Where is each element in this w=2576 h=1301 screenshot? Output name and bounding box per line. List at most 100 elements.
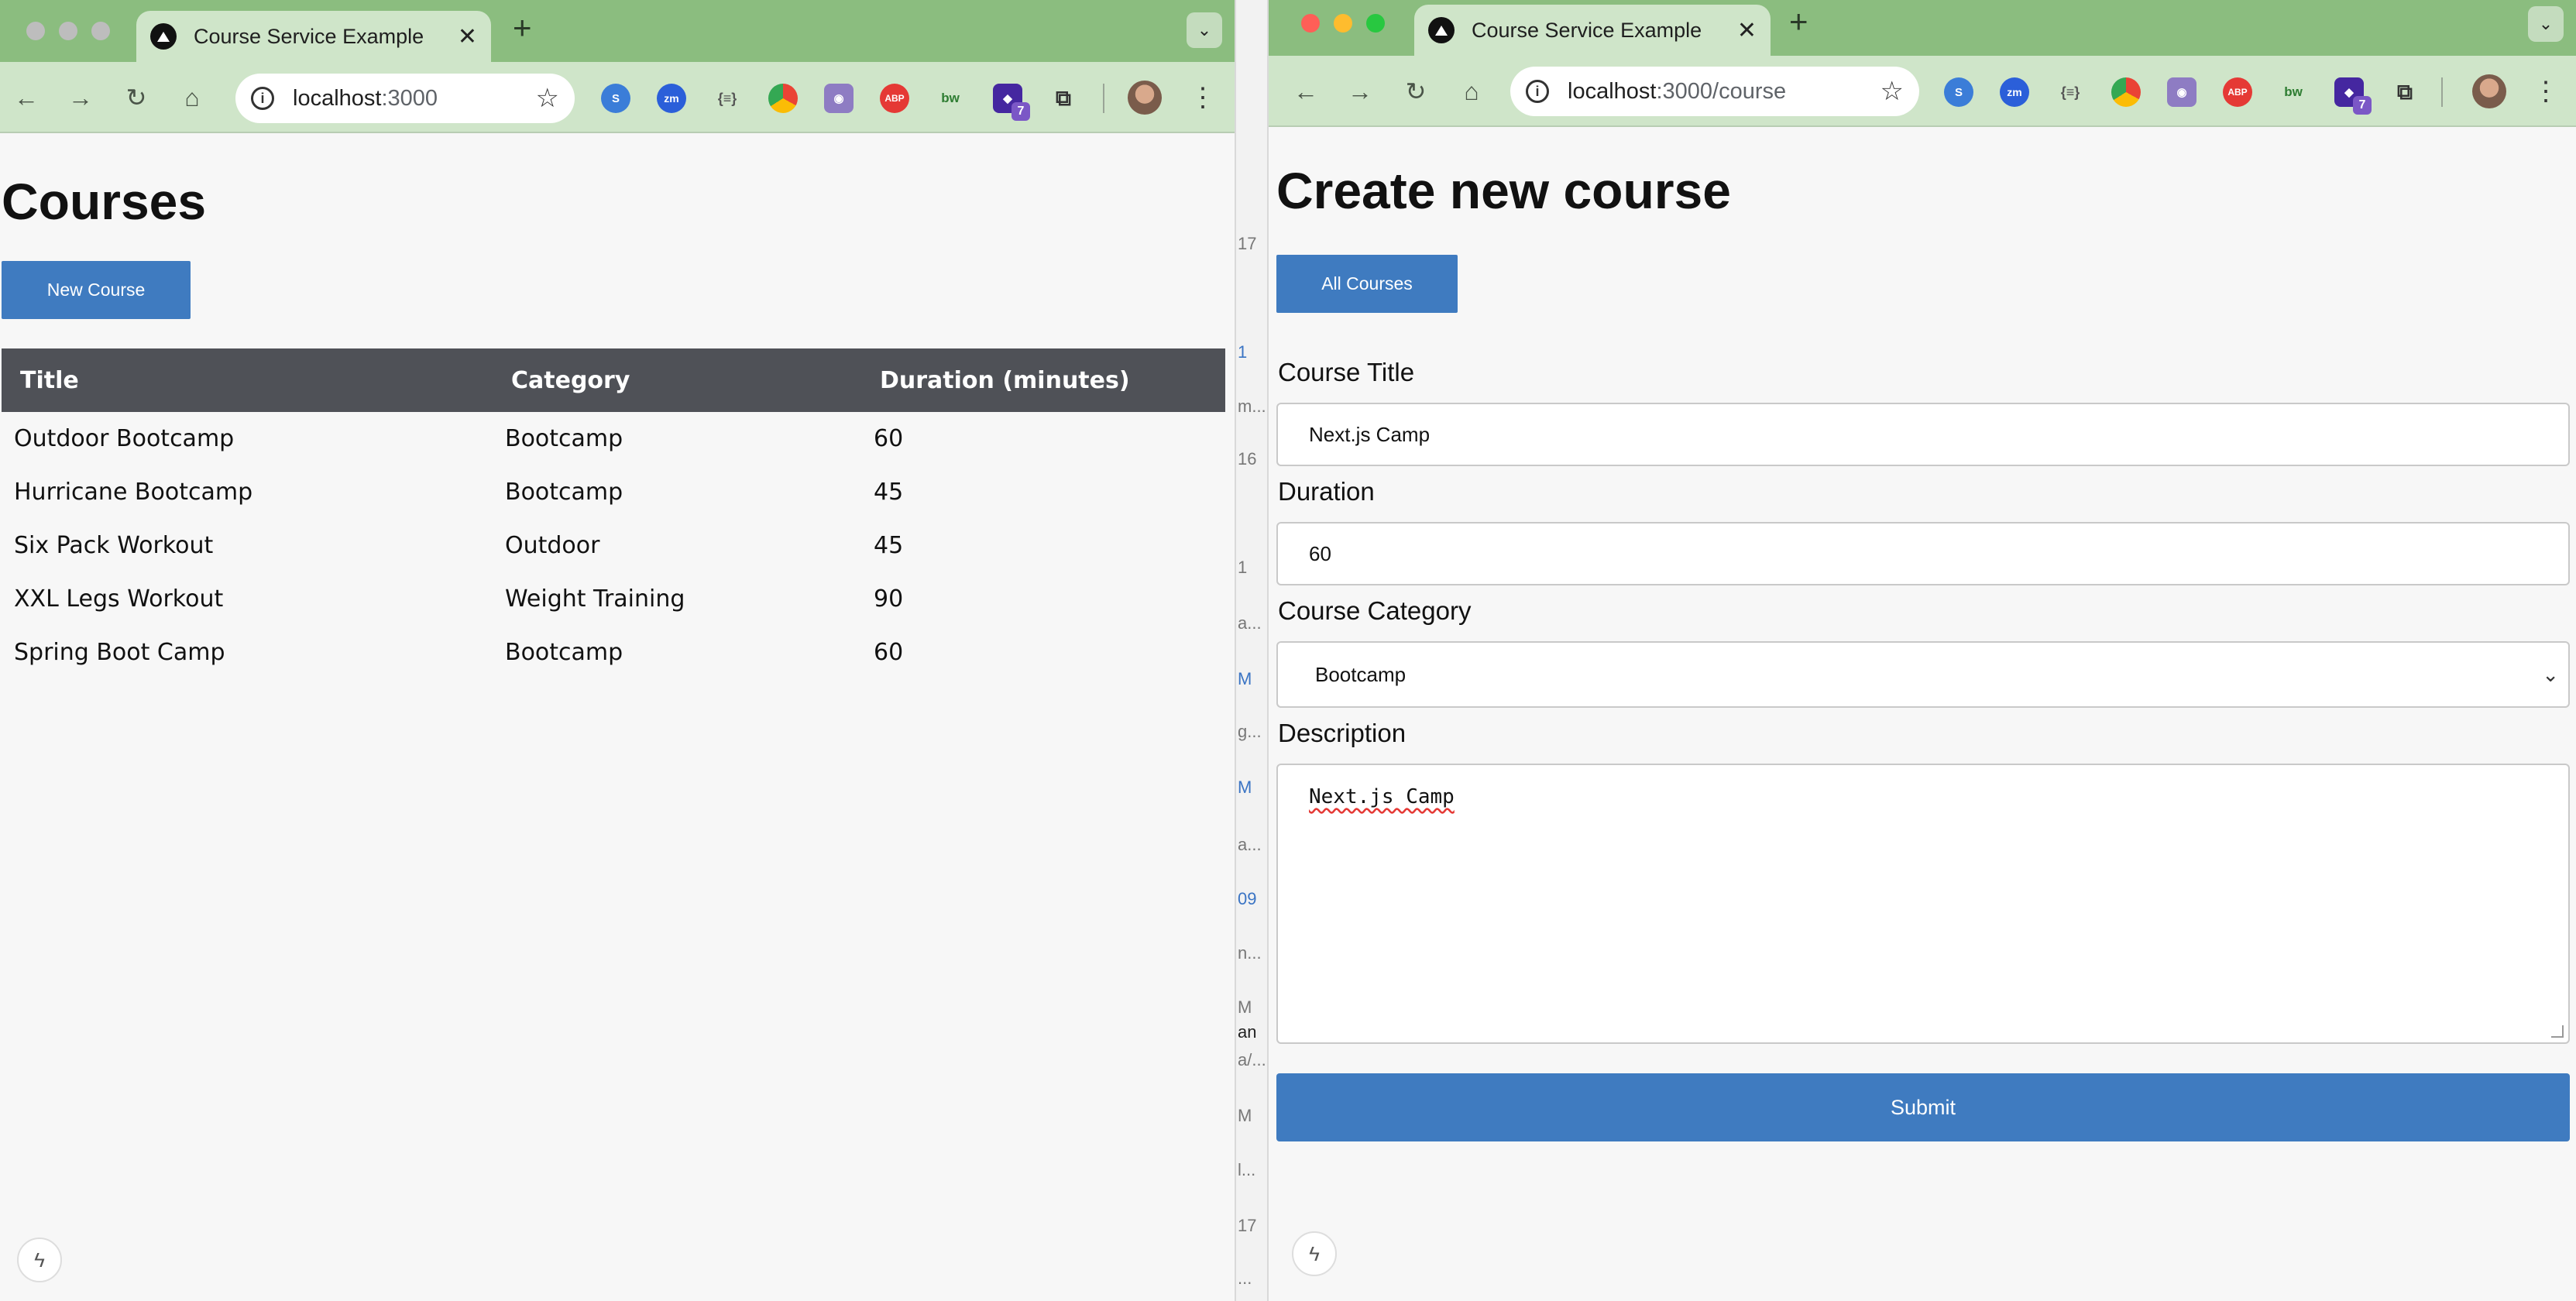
maximize-window-icon[interactable]: [1366, 14, 1385, 33]
back-icon[interactable]: ←: [9, 81, 43, 115]
course-category: Weight Training: [505, 585, 685, 613]
tab-search-chevron-icon[interactable]: ⌄: [1187, 12, 1222, 48]
close-window-icon[interactable]: [26, 22, 45, 40]
tab-course-service[interactable]: Course Service Example ✕: [136, 11, 491, 62]
bg-text: a/...: [1238, 1050, 1266, 1069]
bg-text: n...: [1238, 943, 1262, 963]
reload-icon[interactable]: ↻: [119, 81, 153, 115]
bw-extension-icon[interactable]: bw: [2279, 77, 2308, 107]
tab-bar: Course Service Example ✕ + ⌄: [1269, 0, 2576, 56]
table-row: Six Pack Workout Outdoor 45: [2, 519, 1225, 572]
color-picker-extension-icon[interactable]: [2111, 77, 2141, 107]
close-tab-icon[interactable]: ✕: [1737, 17, 1757, 44]
extension-icon[interactable]: S: [1944, 77, 1973, 107]
profile-avatar[interactable]: [1128, 81, 1162, 115]
tab-search-chevron-icon[interactable]: ⌄: [2528, 6, 2564, 42]
home-icon[interactable]: ⌂: [1455, 74, 1489, 108]
bg-text: ...: [1238, 1268, 1252, 1288]
bg-text: M: [1238, 997, 1252, 1017]
course-title: Spring Boot Camp: [14, 639, 225, 666]
course-duration: 45: [874, 479, 904, 506]
course-duration: 90: [874, 585, 904, 613]
tab-title: Course Service Example: [1472, 18, 1702, 42]
back-icon[interactable]: ←: [1289, 74, 1323, 108]
tasks-extension-icon[interactable]: ◆ 7: [993, 84, 1030, 121]
site-info-icon[interactable]: i: [1526, 80, 1549, 103]
submit-button[interactable]: Submit: [1276, 1073, 2570, 1141]
table-row: Outdoor Bootcamp Bootcamp 60: [2, 412, 1225, 465]
course-title: Hurricane Bootcamp: [14, 479, 253, 506]
toolbar-divider: [2441, 77, 2443, 107]
bg-text: 17: [1238, 234, 1257, 253]
bw-extension-icon[interactable]: bw: [936, 84, 965, 113]
course-title: Outdoor Bootcamp: [14, 425, 235, 452]
screen-extension-icon[interactable]: ◉: [2167, 77, 2196, 107]
nextjs-logo-icon: [1428, 17, 1455, 43]
new-tab-icon[interactable]: +: [1789, 3, 1808, 40]
zoom-extension-icon[interactable]: zm: [657, 84, 686, 113]
window-controls: [26, 22, 110, 40]
bg-text: M: [1238, 669, 1252, 688]
home-icon[interactable]: ⌂: [175, 81, 209, 115]
forward-icon[interactable]: →: [64, 81, 98, 115]
new-tab-icon[interactable]: +: [513, 9, 532, 46]
profile-avatar[interactable]: [2472, 74, 2506, 108]
extension-icon[interactable]: S: [601, 84, 630, 113]
all-courses-button[interactable]: All Courses: [1276, 255, 1458, 313]
table-row: Spring Boot Camp Bootcamp 60: [2, 626, 1225, 679]
duration-label: Duration: [1278, 477, 1375, 506]
json-extension-icon[interactable]: {≡}: [713, 84, 742, 113]
course-duration: 60: [874, 425, 904, 452]
table-row: Hurricane Bootcamp Bootcamp 45: [2, 465, 1225, 519]
browser-window-create-course: Course Service Example ✕ + ⌄ ← → ↻ ⌂ i l…: [1269, 0, 2576, 1301]
url-text: localhost:3000/course: [1568, 78, 1787, 104]
table-header-row: Title Category Duration (minutes): [2, 348, 1225, 412]
course-category-select[interactable]: Bootcamp ⌄: [1276, 641, 2570, 708]
site-info-icon[interactable]: i: [251, 87, 274, 110]
bookmark-star-icon[interactable]: ☆: [1880, 76, 1904, 107]
tasks-extension-icon[interactable]: ◆ 7: [2334, 77, 2372, 115]
adblock-extension-icon[interactable]: ABP: [880, 84, 909, 113]
bg-text: m...: [1238, 396, 1266, 416]
courses-page: Courses New Course Title Category Durati…: [0, 133, 1235, 1301]
courses-table: Title Category Duration (minutes) Outdoo…: [2, 348, 1225, 679]
address-bar[interactable]: i localhost:3000/course ☆: [1510, 67, 1919, 116]
bg-text: 16: [1238, 449, 1257, 469]
course-duration: 45: [874, 532, 904, 559]
course-category: Bootcamp: [505, 479, 623, 506]
bg-text: a...: [1238, 613, 1262, 633]
tab-course-service[interactable]: Course Service Example ✕: [1414, 5, 1771, 56]
maximize-window-icon[interactable]: [91, 22, 110, 40]
close-tab-icon[interactable]: ✕: [458, 23, 477, 50]
zoom-extension-icon[interactable]: zm: [2000, 77, 2029, 107]
column-header-category: Category: [511, 366, 630, 394]
extensions-puzzle-icon[interactable]: ⧉: [2390, 77, 2420, 107]
nextjs-devtools-bolt-icon[interactable]: ϟ: [1292, 1231, 1337, 1276]
reload-icon[interactable]: ↻: [1399, 74, 1433, 108]
minimize-window-icon[interactable]: [59, 22, 77, 40]
address-bar[interactable]: i localhost:3000 ☆: [235, 74, 575, 123]
description-textarea[interactable]: Next.js Camp: [1276, 764, 2570, 1044]
page-title: Courses: [2, 173, 207, 230]
duration-input[interactable]: 60: [1276, 522, 2570, 585]
bookmark-star-icon[interactable]: ☆: [536, 83, 559, 114]
screen-extension-icon[interactable]: ◉: [824, 84, 854, 113]
browser-menu-icon[interactable]: ⋮: [1190, 81, 1216, 115]
adblock-extension-icon[interactable]: ABP: [2223, 77, 2252, 107]
bg-text: 17: [1238, 1216, 1257, 1235]
course-title-input[interactable]: Next.js Camp: [1276, 403, 2570, 466]
bg-text: an: [1238, 1022, 1257, 1042]
minimize-window-icon[interactable]: [1334, 14, 1352, 33]
browser-menu-icon[interactable]: ⋮: [2533, 74, 2559, 108]
json-extension-icon[interactable]: {≡}: [2056, 77, 2085, 107]
bg-text: 1: [1238, 342, 1248, 362]
new-course-button[interactable]: New Course: [2, 261, 191, 319]
course-category: Bootcamp: [505, 639, 623, 666]
close-window-icon[interactable]: [1301, 14, 1320, 33]
color-picker-extension-icon[interactable]: [768, 84, 798, 113]
resize-handle-icon[interactable]: [2551, 1025, 2564, 1038]
nextjs-devtools-bolt-icon[interactable]: ϟ: [17, 1237, 62, 1282]
forward-icon[interactable]: →: [1343, 74, 1377, 108]
toolbar-divider: [1103, 84, 1104, 113]
extensions-puzzle-icon[interactable]: ⧉: [1049, 84, 1078, 113]
